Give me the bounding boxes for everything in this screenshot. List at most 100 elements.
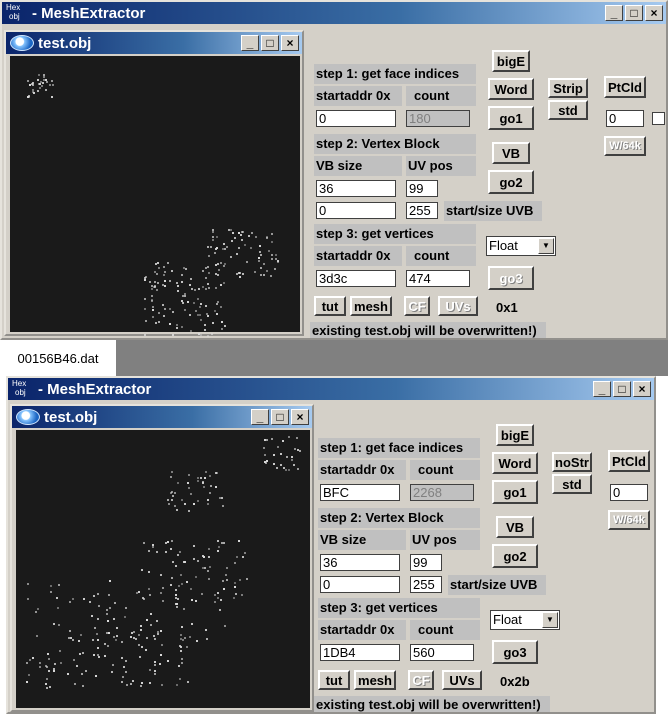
uvb-start-input[interactable]: 0	[320, 576, 400, 593]
titlebar[interactable]: Hex obj - MeshExtractor _ □ ×	[2, 2, 666, 24]
point-cloud-vertex	[122, 666, 125, 669]
point-cloud-vertex	[160, 654, 163, 657]
cf-button[interactable]: CF	[408, 670, 434, 690]
minimize-icon[interactable]: _	[241, 35, 259, 51]
uvb-size-input[interactable]: 255	[406, 202, 438, 219]
float-select[interactable]: Float ▼	[486, 236, 556, 256]
close-icon[interactable]: ×	[633, 381, 651, 397]
maximize-icon[interactable]: □	[271, 409, 289, 425]
std-button[interactable]: std	[552, 474, 592, 494]
mesh-button[interactable]: mesh	[354, 670, 396, 690]
startaddr3-input[interactable]: 1DB4	[320, 644, 400, 661]
ptcld-input[interactable]: 0	[606, 110, 644, 127]
ptcld-button[interactable]: PtCld	[608, 450, 650, 472]
tut-button[interactable]: tut	[314, 296, 346, 316]
point-cloud-vertex	[260, 267, 263, 270]
float-select[interactable]: Float ▼	[490, 610, 560, 630]
vb-button[interactable]: VB	[496, 516, 534, 538]
point-cloud-vertex	[197, 479, 200, 482]
point-cloud-vertex	[194, 289, 197, 292]
mesh-button[interactable]: mesh	[350, 296, 392, 316]
point-cloud-vertex	[164, 307, 167, 310]
vbsize-input[interactable]: 36	[316, 180, 396, 197]
point-cloud-vertex	[217, 550, 220, 553]
count3-input[interactable]: 560	[410, 644, 474, 661]
strip-button[interactable]: Strip	[548, 78, 588, 98]
nostrip-button[interactable]: noStr	[552, 452, 592, 472]
point-cloud-vertex	[169, 323, 172, 326]
go3-button[interactable]: go3	[492, 640, 538, 664]
file-tab[interactable]: 00156B46.dat	[0, 340, 116, 376]
close-icon[interactable]: ×	[291, 409, 309, 425]
count3-input[interactable]: 474	[406, 270, 470, 287]
point-cloud-vertex	[45, 78, 48, 81]
uvpos-input[interactable]: 99	[406, 180, 438, 197]
ptcld-input[interactable]: 0	[610, 484, 648, 501]
point-cloud-vertex	[264, 439, 267, 442]
dropdown-arrow-icon[interactable]: ▼	[542, 612, 558, 628]
point-cloud-vertex	[285, 455, 288, 458]
uvs-button[interactable]: UVs	[442, 670, 482, 690]
w64-button[interactable]: W/64k	[604, 136, 646, 156]
go1-button[interactable]: go1	[492, 480, 538, 504]
ptcld-checkbox[interactable]	[652, 112, 665, 125]
go3-button[interactable]: go3	[488, 266, 534, 290]
uvb-start-input[interactable]: 0	[316, 202, 396, 219]
startaddr3-input[interactable]: 3d3c	[316, 270, 396, 287]
point-cloud-vertex	[47, 652, 50, 655]
uvb-size-input[interactable]: 255	[410, 576, 442, 593]
word-button[interactable]: Word	[492, 452, 538, 474]
point-cloud-vertex	[222, 281, 225, 284]
point-cloud-vertex	[71, 597, 74, 600]
word-button[interactable]: Word	[488, 78, 534, 100]
point-cloud-vertex	[49, 685, 52, 688]
go2-button[interactable]: go2	[492, 544, 538, 568]
vbsize-input[interactable]: 36	[320, 554, 400, 571]
child-titlebar[interactable]: test.obj _ □ ×	[12, 406, 312, 428]
point-cloud-vertex	[171, 576, 174, 579]
minimize-icon[interactable]: _	[251, 409, 269, 425]
bigE-button[interactable]: bigE	[492, 50, 530, 72]
point-cloud-vertex	[175, 605, 178, 608]
point-cloud-vertex	[170, 548, 173, 551]
mesh-viewport[interactable]	[10, 56, 300, 338]
point-cloud-vertex	[113, 618, 116, 621]
close-icon[interactable]: ×	[281, 35, 299, 51]
bigE-button[interactable]: bigE	[496, 424, 534, 446]
startaddr-input[interactable]: BFC	[320, 484, 400, 501]
vb-button[interactable]: VB	[492, 142, 530, 164]
count-input[interactable]: 2268	[410, 484, 474, 501]
point-cloud-vertex	[148, 682, 151, 685]
maximize-icon[interactable]: □	[613, 381, 631, 397]
child-titlebar[interactable]: test.obj _ □ ×	[6, 32, 302, 54]
count-input[interactable]: 180	[406, 110, 470, 127]
startaddr-input[interactable]: 0	[316, 110, 396, 127]
point-cloud-vertex	[293, 463, 296, 466]
go2-button[interactable]: go2	[488, 170, 534, 194]
minimize-icon[interactable]: _	[593, 381, 611, 397]
go1-button[interactable]: go1	[488, 106, 534, 130]
w64-button[interactable]: W/64k	[608, 510, 650, 530]
titlebar[interactable]: Hex obj - MeshExtractor _ □ ×	[8, 378, 654, 400]
point-cloud-vertex	[197, 560, 200, 563]
close-icon[interactable]: ×	[645, 5, 663, 21]
mesh-viewport[interactable]	[16, 430, 310, 708]
point-cloud-vertex	[38, 661, 41, 664]
point-cloud-vertex	[215, 236, 218, 239]
point-cloud-vertex	[181, 499, 184, 502]
point-cloud-vertex	[296, 437, 299, 440]
cf-button[interactable]: CF	[404, 296, 430, 316]
maximize-icon[interactable]: □	[625, 5, 643, 21]
ptcld-button[interactable]: PtCld	[604, 76, 646, 98]
uvpos-label: UV pos	[410, 530, 480, 550]
uvs-button[interactable]: UVs	[438, 296, 478, 316]
point-cloud-vertex	[181, 273, 184, 276]
uvpos-input[interactable]: 99	[410, 554, 442, 571]
maximize-icon[interactable]: □	[261, 35, 279, 51]
dropdown-arrow-icon[interactable]: ▼	[538, 238, 554, 254]
std-button[interactable]: std	[548, 100, 588, 120]
minimize-icon[interactable]: _	[605, 5, 623, 21]
tut-button[interactable]: tut	[318, 670, 350, 690]
point-cloud-vertex	[277, 260, 280, 263]
point-cloud-vertex	[28, 674, 31, 677]
